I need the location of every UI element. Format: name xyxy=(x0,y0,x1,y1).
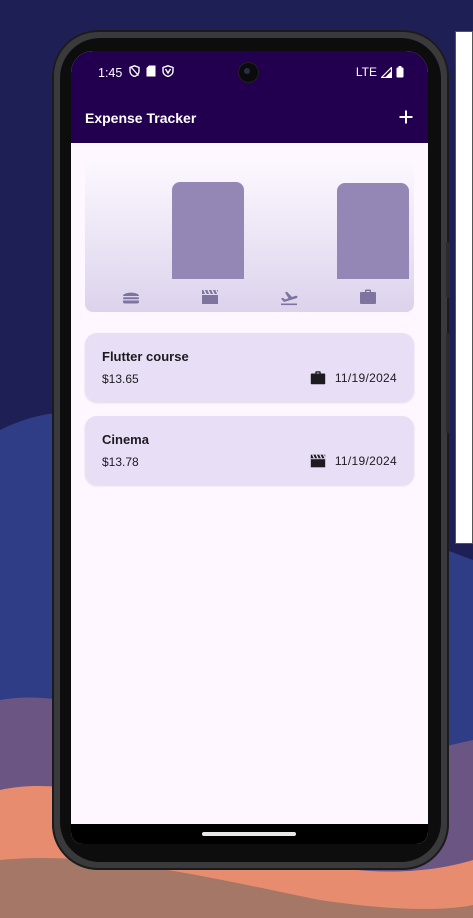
movie-clapper-icon xyxy=(310,454,326,468)
expense-chart xyxy=(85,159,414,312)
movie-clapper-icon xyxy=(202,289,219,304)
network-type: LTE xyxy=(355,65,377,79)
burger-icon xyxy=(123,292,139,304)
app-bar: Expense Tracker xyxy=(71,93,428,143)
expense-title: Cinema xyxy=(102,432,149,447)
expense-meta: 11/19/2024 xyxy=(309,369,397,387)
expense-date: 11/19/2024 xyxy=(334,454,397,468)
chart-bar-work xyxy=(336,169,409,279)
volume-button[interactable] xyxy=(446,333,450,433)
add-expense-button[interactable] xyxy=(392,103,420,131)
add-icon xyxy=(399,110,413,124)
background-window-edge xyxy=(455,31,473,544)
expense-card[interactable]: Cinema $13.78 11/19/2024 xyxy=(85,416,414,485)
expense-title: Flutter course xyxy=(102,349,189,364)
expense-meta: 11/19/2024 xyxy=(309,452,397,470)
expense-amount: $13.65 xyxy=(102,372,139,386)
status-right-icons: LTE xyxy=(356,65,404,79)
status-time: 1:45 xyxy=(98,66,123,80)
app-title: Expense Tracker xyxy=(85,110,197,126)
chart-bar-leisure xyxy=(172,169,245,279)
home-gesture-handle[interactable] xyxy=(202,832,296,836)
signal-icon xyxy=(381,66,392,78)
chart-bar-travel xyxy=(255,169,327,279)
work-briefcase-icon xyxy=(360,289,376,304)
phone-screen: 1:45 LTE Expense Tracker Flutter course … xyxy=(71,51,428,844)
flight-takeoff-icon xyxy=(281,291,298,306)
status-left-icons xyxy=(129,65,174,77)
expense-card[interactable]: Flutter course $13.65 11/19/2024 xyxy=(85,333,414,402)
chart-category-icons xyxy=(85,287,414,307)
status-bar: 1:45 LTE xyxy=(71,51,428,93)
chart-bar-food xyxy=(90,169,162,279)
privacy-shield-icon xyxy=(129,65,140,77)
battery-icon xyxy=(396,66,404,78)
front-camera xyxy=(238,62,259,83)
expense-amount: $13.78 xyxy=(102,455,139,469)
expense-date: 11/19/2024 xyxy=(334,371,397,385)
work-briefcase-icon xyxy=(310,371,326,385)
power-button[interactable] xyxy=(446,242,450,298)
vpn-icon xyxy=(162,65,174,77)
sim-card-icon xyxy=(146,65,156,77)
chart-bars xyxy=(85,159,414,279)
